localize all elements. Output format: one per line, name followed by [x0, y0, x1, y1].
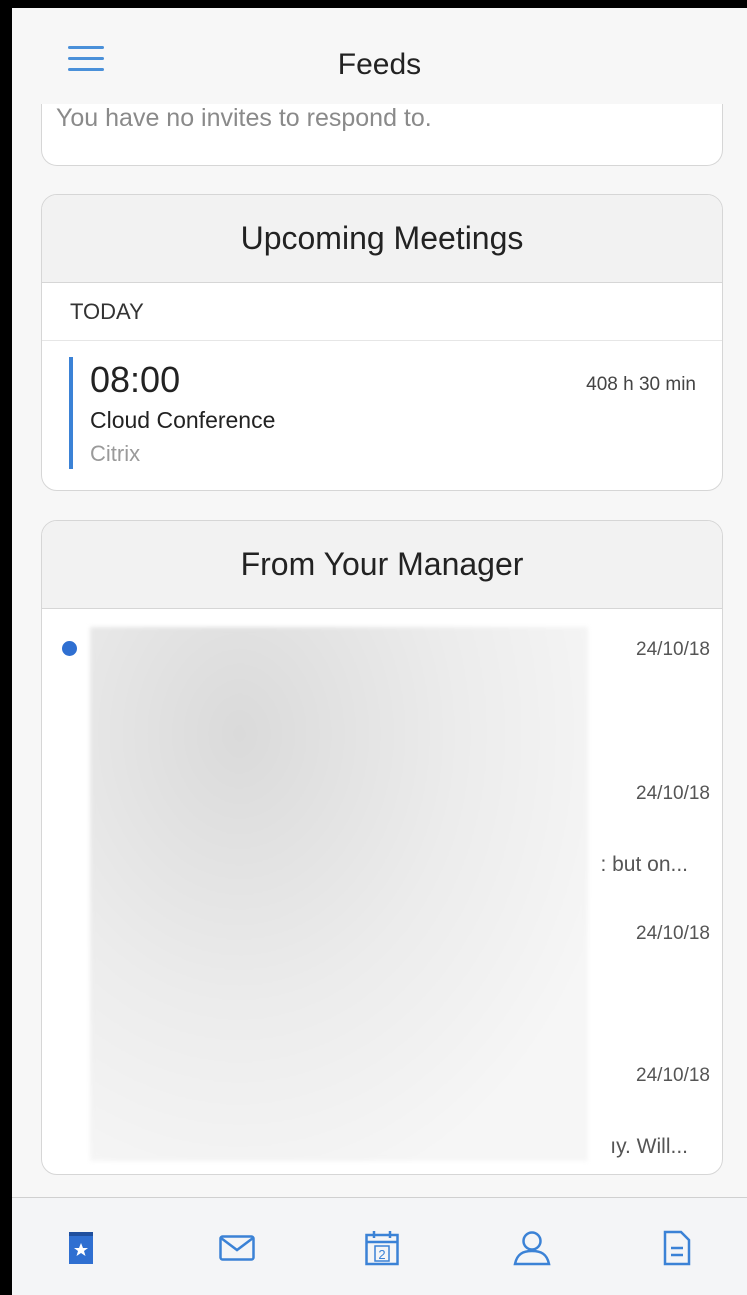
- calendar-day-label: 2: [378, 1247, 385, 1262]
- unread-indicator: [62, 641, 77, 656]
- page-title: Feeds: [337, 48, 422, 81]
- blurred-message-content: [90, 627, 588, 1161]
- from-your-manager-title[interactable]: From Your Manager: [42, 521, 722, 609]
- contacts-icon[interactable]: [512, 1226, 552, 1270]
- from-your-manager-card: From Your Manager 24/10/18 24/10/18 : bu…: [41, 520, 723, 1175]
- feeds-icon[interactable]: [61, 1226, 101, 1270]
- meeting-title: Cloud Conference: [90, 407, 276, 433]
- message-date[interactable]: 24/10/18: [636, 783, 710, 805]
- message-snippet[interactable]: : but on...: [600, 853, 688, 877]
- message-date[interactable]: 24/10/18: [636, 923, 710, 945]
- manager-message-list: 24/10/18 24/10/18 : but on... 24/10/18 2…: [42, 609, 722, 1174]
- section-label-today: TODAY: [42, 283, 722, 341]
- meeting-organizer: Citrix: [90, 441, 141, 466]
- meeting-duration: 408 h 30 min: [586, 374, 696, 395]
- mail-icon[interactable]: [217, 1226, 257, 1270]
- meeting-accent-bar: [69, 357, 73, 469]
- bottom-tab-bar: 2: [12, 1197, 747, 1295]
- calendar-icon[interactable]: 2: [362, 1226, 402, 1270]
- message-date[interactable]: 24/10/18: [636, 1065, 710, 1087]
- meeting-item[interactable]: 08:00 Cloud Conference Citrix 408 h 30 m…: [42, 341, 722, 489]
- upcoming-meetings-title[interactable]: Upcoming Meetings: [42, 195, 722, 283]
- feeds-screen: You have no invites to respond to. Feeds…: [12, 0, 747, 1295]
- document-icon[interactable]: [657, 1226, 697, 1270]
- meeting-time: 08:00: [90, 359, 181, 400]
- message-date[interactable]: 24/10/18: [636, 639, 710, 661]
- message-snippet[interactable]: ıy. Will...: [610, 1135, 688, 1159]
- upcoming-meetings-card: Upcoming Meetings TODAY 08:00 Cloud Conf…: [41, 194, 723, 491]
- invites-empty-text: You have no invites to respond to.: [56, 104, 432, 132]
- top-bar: Feeds: [12, 8, 747, 104]
